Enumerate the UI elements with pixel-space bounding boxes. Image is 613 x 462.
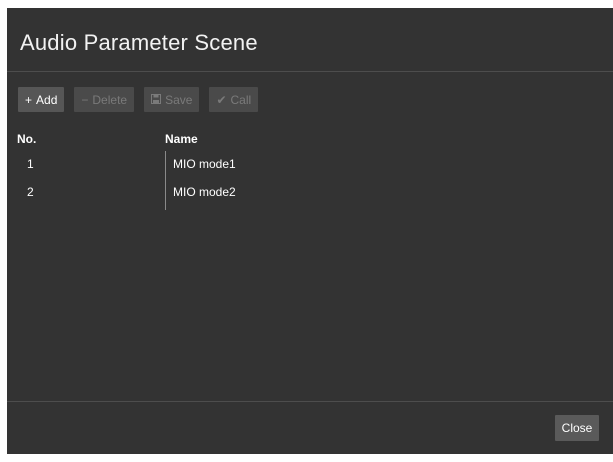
table-row[interactable]: 2 MIO mode2 [17,185,607,209]
add-button-label: Add [36,92,58,107]
close-button[interactable]: Close [555,415,599,441]
header-divider [7,71,613,72]
dialog-title: Audio Parameter Scene [20,30,258,55]
page-backdrop-top [0,0,613,8]
add-button[interactable]: + Add [18,87,65,112]
save-button-label: Save [165,92,193,107]
delete-button[interactable]: − Delete [74,87,135,112]
column-header-name: Name [165,132,198,146]
column-header-no: No. [17,132,37,146]
table-row[interactable]: 1 MIO mode1 [17,157,607,181]
audio-parameter-scene-dialog: Audio Parameter Scene + Add − Delete Sav… [7,8,613,454]
row-number: 2 [27,185,34,199]
row-number: 1 [27,157,34,171]
call-button[interactable]: ✔ Call [209,87,259,112]
footer-divider [7,401,613,402]
save-button[interactable]: Save [144,87,200,112]
minus-icon: − [81,92,89,107]
delete-button-label: Delete [92,92,128,107]
call-button-label: Call [230,92,252,107]
row-name: MIO mode2 [173,185,236,199]
checkmark-icon: ✔ [216,92,227,107]
page-backdrop-bottom [0,454,613,462]
plus-icon: + [25,92,33,107]
floppy-disk-icon [151,93,162,106]
scene-toolbar: + Add − Delete Save ✔ Call [18,87,259,112]
row-name: MIO mode1 [173,157,236,171]
